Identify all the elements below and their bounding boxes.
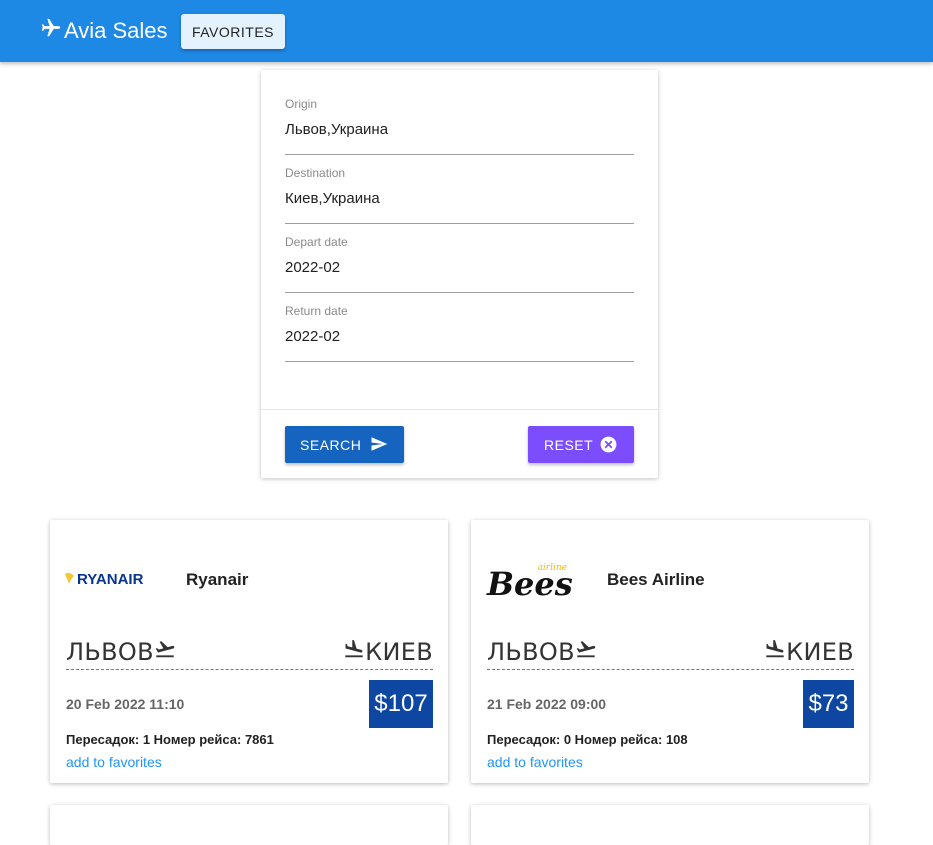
favorites-button[interactable]: FAVORITES [181, 14, 285, 49]
destination-city-label: КИЕВ [365, 638, 433, 666]
origin-input[interactable]: Львов,Украина [285, 121, 388, 138]
flight-meta: Пересадок: 0 Номер рейса: 108 [487, 732, 688, 747]
arrival-icon [343, 638, 365, 666]
svg-text:Bees: Bees [486, 565, 573, 602]
depart-date-field[interactable]: Depart date 2022-02 [285, 235, 634, 293]
search-button[interactable]: SEARCH [285, 426, 404, 463]
departure-date: 20 Feb 2022 11:10 [66, 696, 185, 712]
route-line: ЛЬВОВ КИЕВ [487, 636, 854, 670]
airline-name: Bees Airline [607, 570, 705, 589]
departure-icon [154, 638, 176, 666]
close-circle-icon [600, 436, 617, 453]
airplane-icon [40, 17, 64, 45]
add-to-favorites-link[interactable]: add to favorites [487, 754, 583, 770]
arrival-icon [764, 638, 786, 666]
send-icon [371, 437, 388, 451]
depart-date-label: Depart date [285, 235, 348, 249]
ticket-card: airline Bees Bees Airline ЛЬВОВ КИЕВ 21 … [471, 520, 869, 783]
svg-text:RYANAIR: RYANAIR [77, 571, 144, 588]
airline-logo-bees: airline Bees [485, 560, 595, 602]
bees-airline-logo-icon: airline Bees [486, 563, 573, 602]
route-line: ЛЬВОВ КИЕВ [66, 636, 433, 670]
search-button-label: SEARCH [300, 436, 362, 453]
depart-date-input[interactable]: 2022-02 [285, 259, 340, 276]
form-divider [261, 409, 658, 410]
destination-field[interactable]: Destination Киев,Украина [285, 166, 634, 224]
reset-button-label: RESET [544, 436, 594, 453]
ryanair-logo-icon: RYANAIR [65, 571, 144, 588]
airline-name: Ryanair [186, 570, 249, 589]
flight-meta: Пересадок: 1 Номер рейса: 7861 [66, 732, 274, 747]
price-badge: $107 [369, 680, 433, 728]
add-to-favorites-link[interactable]: add to favorites [66, 754, 162, 770]
origin-city: ЛЬВОВ [487, 638, 597, 666]
app-title: Avia Sales [64, 18, 168, 43]
return-date-input[interactable]: 2022-02 [285, 328, 340, 345]
ticket-card-partial [50, 805, 448, 845]
airline-logo-ryanair: RYANAIR [64, 560, 174, 600]
origin-city-label: ЛЬВОВ [66, 638, 154, 666]
price-badge: $73 [803, 680, 854, 728]
return-date-label: Return date [285, 304, 348, 318]
departure-icon [575, 638, 597, 666]
ticket-card-partial [471, 805, 869, 845]
origin-field[interactable]: Origin Львов,Украина [285, 97, 634, 155]
ticket-card: RYANAIR Ryanair ЛЬВОВ КИЕВ 20 Feb 2022 1… [50, 520, 448, 783]
destination-label: Destination [285, 166, 346, 180]
top-navbar: Avia Sales FAVORITES [0, 0, 933, 62]
origin-city-label: ЛЬВОВ [487, 638, 575, 666]
destination-input[interactable]: Киев,Украина [285, 190, 380, 207]
destination-city: КИЕВ [764, 638, 854, 666]
app-brand[interactable]: Avia Sales [40, 14, 168, 48]
reset-button[interactable]: RESET [528, 426, 634, 463]
origin-city: ЛЬВОВ [66, 638, 176, 666]
search-form-card: Origin Львов,Украина Destination Киев,Ук… [261, 70, 658, 478]
return-date-field[interactable]: Return date 2022-02 [285, 304, 634, 362]
departure-date: 21 Feb 2022 09:00 [487, 696, 607, 712]
destination-city: КИЕВ [343, 638, 433, 666]
destination-city-label: КИЕВ [786, 638, 854, 666]
origin-label: Origin [285, 97, 318, 111]
